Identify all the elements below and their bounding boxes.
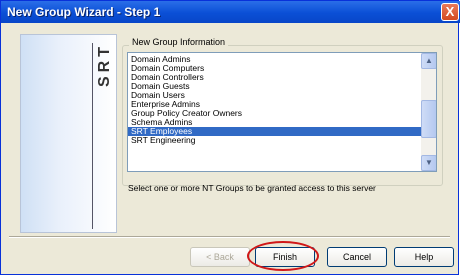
- wizard-body: SRT New Group Information Domain Admins …: [1, 23, 458, 274]
- list-item[interactable]: SRT Engineering: [128, 136, 421, 145]
- finish-button[interactable]: Finish: [255, 247, 315, 267]
- scroll-thumb[interactable]: [421, 100, 436, 138]
- scroll-down-button[interactable]: ▼: [421, 155, 436, 171]
- back-button[interactable]: < Back: [190, 247, 250, 267]
- nt-groups-listbox[interactable]: Domain Admins Domain Computers Domain Co…: [127, 52, 437, 172]
- chevron-up-icon: ▲: [425, 56, 433, 65]
- group-box-label: New Group Information: [129, 37, 229, 47]
- list-scrollbar[interactable]: ▲ ▼: [421, 53, 436, 171]
- wizard-window: New Group Wizard - Step 1 X SRT New Grou…: [0, 0, 460, 275]
- button-separator: [9, 236, 450, 238]
- side-banner: SRT: [20, 34, 117, 233]
- chevron-down-icon: ▼: [425, 158, 433, 167]
- brand-logo: SRT: [96, 43, 113, 87]
- instruction-text: Select one or more NT Groups to be grant…: [128, 183, 376, 193]
- title-bar[interactable]: New Group Wizard - Step 1 X: [1, 1, 460, 23]
- cancel-button[interactable]: Cancel: [327, 247, 387, 267]
- banner-divider: [92, 43, 93, 229]
- window-title: New Group Wizard - Step 1: [7, 5, 161, 19]
- help-button[interactable]: Help: [394, 247, 454, 267]
- close-button[interactable]: X: [441, 3, 459, 21]
- scroll-up-button[interactable]: ▲: [421, 53, 436, 69]
- close-icon: X: [445, 4, 455, 19]
